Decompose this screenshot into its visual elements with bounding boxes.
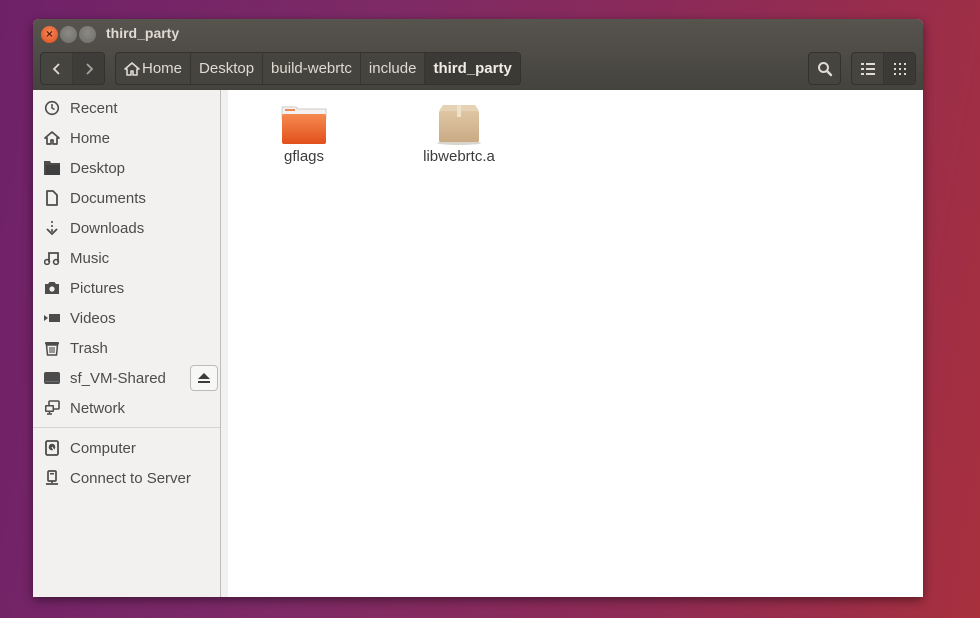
sidebar-item-label: Documents	[70, 189, 146, 207]
trash-icon	[44, 340, 60, 356]
sidebar-item-desktop[interactable]: Desktop	[33, 153, 220, 183]
sidebar-item-label: Desktop	[70, 159, 126, 177]
breadcrumb-include[interactable]: include	[361, 53, 426, 84]
sidebar-item-computer[interactable]: Computer	[33, 433, 220, 463]
sidebar-pane-divider[interactable]	[221, 90, 228, 597]
sidebar-item-label: Downloads	[70, 219, 145, 237]
breadcrumb-home[interactable]: Home	[116, 53, 192, 84]
drive-icon	[44, 370, 60, 386]
document-icon	[44, 190, 60, 206]
sidebar-item-label: Computer	[70, 439, 136, 457]
back-button[interactable]	[41, 53, 72, 84]
sidebar-item-sf-vm-shared[interactable]: sf_VM-Shared	[33, 363, 220, 393]
network-icon	[44, 400, 60, 416]
window-title: third_party	[106, 25, 180, 41]
sidebar-item-connect-to-server[interactable]: Connect to Server	[33, 463, 220, 493]
minimize-button[interactable]	[60, 26, 77, 43]
search-icon	[817, 61, 832, 76]
sidebar-item-label: Home	[70, 129, 111, 147]
list-view-button[interactable]	[852, 53, 883, 84]
sidebar-item-label: Trash	[70, 339, 108, 357]
sidebar-item-videos[interactable]: Videos	[33, 303, 220, 333]
folder-orange-icon	[249, 103, 359, 145]
maximize-button[interactable]	[79, 26, 96, 43]
breadcrumb: Home Desktop build-webrtc include third_…	[115, 52, 521, 85]
file-item-libwebrtc-a[interactable]: libwebrtc.a	[404, 103, 514, 165]
download-icon	[44, 220, 60, 236]
sidebar-item-downloads[interactable]: Downloads	[33, 213, 220, 243]
sidebar-item-label: Connect to Server	[70, 469, 191, 487]
clock-icon	[44, 100, 60, 116]
sidebar-item-pictures[interactable]: Pictures	[33, 273, 220, 303]
chevron-right-icon	[85, 62, 93, 75]
sidebar-item-home[interactable]: Home	[33, 123, 220, 153]
eject-button[interactable]	[190, 365, 218, 391]
sidebar-item-network[interactable]: Network	[33, 393, 220, 423]
breadcrumb-build-webrtc[interactable]: build-webrtc	[263, 53, 361, 84]
search-button[interactable]	[808, 52, 841, 85]
sidebar-item-label: Pictures	[70, 279, 125, 297]
window-controls: ×	[41, 26, 96, 43]
chevron-left-icon	[52, 62, 60, 75]
file-manager-window: × third_party Home Desktop build-webrtc …	[33, 19, 923, 597]
sidebar-item-label: sf_VM-Shared	[70, 369, 166, 387]
home-icon	[44, 130, 60, 146]
breadcrumb-label: include	[368, 60, 417, 77]
breadcrumb-third-party[interactable]: third_party	[425, 53, 520, 84]
header-bar: × third_party Home Desktop build-webrtc …	[33, 19, 923, 90]
grid-view-button[interactable]	[883, 53, 915, 84]
camera-icon	[44, 280, 60, 296]
sidebar: Recent Home Desktop Documents Downloads …	[33, 90, 221, 597]
sidebar-item-label: Videos	[70, 309, 116, 327]
file-name: libwebrtc.a	[423, 148, 495, 165]
computer-icon	[44, 440, 60, 456]
grid-view-icon	[893, 62, 906, 75]
sidebar-item-recent[interactable]: Recent	[33, 93, 220, 123]
sidebar-item-documents[interactable]: Documents	[33, 183, 220, 213]
close-button[interactable]: ×	[41, 26, 58, 43]
navigation-buttons	[40, 52, 105, 85]
file-name: gflags	[283, 148, 325, 165]
breadcrumb-label: third_party	[433, 60, 512, 77]
breadcrumb-label: build-webrtc	[271, 60, 352, 77]
video-icon	[44, 310, 60, 326]
forward-button[interactable]	[72, 53, 104, 84]
sidebar-item-music[interactable]: Music	[33, 243, 220, 273]
file-view[interactable]: gflags libwebrtc.a	[228, 90, 923, 597]
view-toggle	[851, 52, 916, 85]
sidebar-item-label: Network	[70, 399, 126, 417]
music-icon	[44, 250, 60, 266]
server-icon	[44, 470, 60, 486]
file-item-gflags[interactable]: gflags	[249, 103, 359, 165]
places-list: Recent Home Desktop Documents Downloads …	[33, 90, 220, 423]
devices-list: Computer Connect to Server	[33, 433, 220, 493]
home-icon	[124, 61, 140, 76]
close-icon: ×	[45, 28, 54, 40]
breadcrumb-label: Desktop	[199, 60, 255, 77]
sidebar-item-trash[interactable]: Trash	[33, 333, 220, 363]
sidebar-separator	[33, 427, 220, 428]
eject-icon	[198, 373, 210, 383]
breadcrumb-label: Home	[142, 60, 183, 77]
sidebar-item-label: Recent	[70, 99, 118, 117]
folder-icon	[44, 160, 60, 176]
sidebar-item-label: Music	[70, 249, 110, 267]
list-view-icon	[860, 62, 875, 75]
breadcrumb-desktop[interactable]: Desktop	[191, 53, 264, 84]
package-icon	[404, 103, 514, 145]
